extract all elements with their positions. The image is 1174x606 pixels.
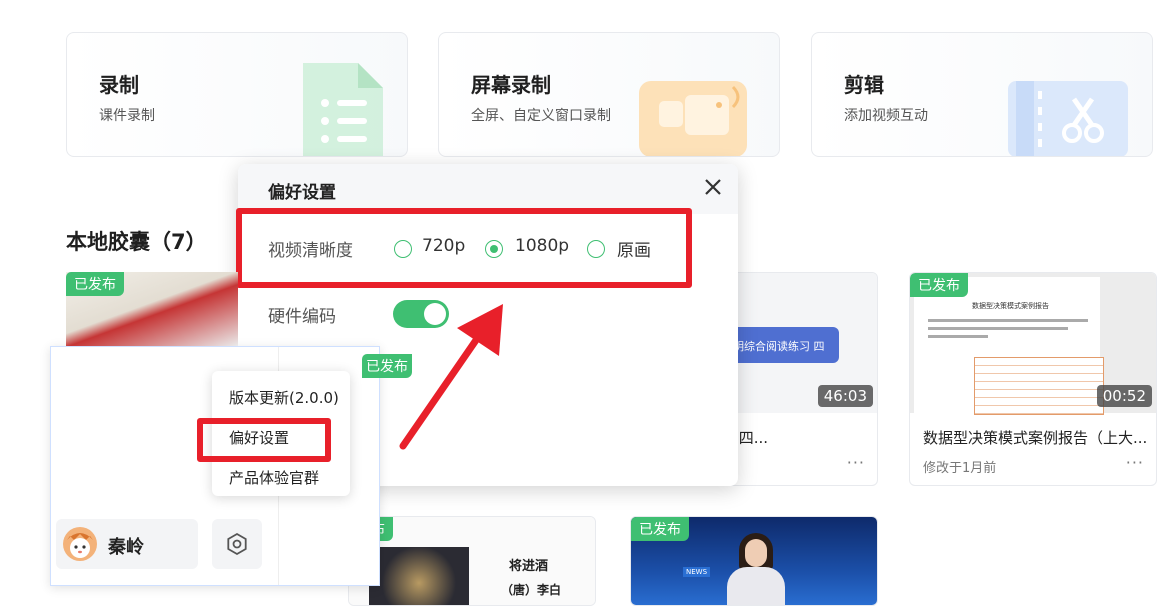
video-card[interactable]: 数据型决策模式案例报告 已发布 00:52 数据型决策模式案例报告（上大... … [909, 272, 1157, 486]
annotation-arrow [399, 304, 503, 450]
status-badge: 已发布 [66, 272, 124, 296]
user-profile[interactable]: 秦岭 [56, 519, 198, 569]
user-name: 秦岭 [108, 537, 144, 558]
edit-card-title: 剪辑 [844, 73, 884, 97]
document-preview: 数据型决策模式案例报告 [914, 277, 1104, 415]
dialog-title: 偏好设置 [268, 183, 336, 203]
screen-record-card-title: 屏幕录制 [471, 73, 551, 97]
status-badge: 已发布 [631, 517, 689, 541]
anchor-face [745, 539, 767, 567]
scissors-film-icon [1008, 81, 1128, 156]
document-line [928, 335, 988, 338]
document-line [928, 319, 1088, 322]
gear-icon [227, 532, 247, 556]
edit-card[interactable]: 剪辑 添加视频互动 [811, 32, 1153, 157]
edit-card-subtitle: 添加视频互动 [844, 108, 928, 124]
video-duration: 46:03 [817, 385, 873, 407]
record-card-title: 录制 [99, 73, 139, 97]
document-line [928, 327, 1068, 330]
record-card[interactable]: 录制 课件录制 [66, 32, 408, 157]
video-duration: 00:52 [1096, 385, 1152, 407]
avatar [63, 527, 97, 561]
document-table [974, 357, 1104, 415]
video-date: 修改于1月前 [923, 461, 997, 476]
video-card[interactable]: NEWS 已发布 [630, 516, 878, 606]
settings-button[interactable] [212, 519, 262, 569]
more-options-icon[interactable]: ··· [847, 453, 865, 472]
more-options-icon[interactable]: ··· [1126, 453, 1144, 472]
screen-record-card[interactable]: 屏幕录制 全屏、自定义窗口录制 [438, 32, 780, 157]
screen-record-card-subtitle: 全屏、自定义窗口录制 [471, 108, 611, 124]
anchor-body [727, 567, 785, 605]
news-label: NEWS [683, 567, 711, 577]
poem-title: 将进酒 [509, 559, 549, 574]
local-capsules-title: 本地胶囊（7） [66, 230, 207, 254]
highlight-box [197, 418, 331, 462]
menu-item-product-group[interactable]: 产品体验官群 [229, 467, 319, 488]
screen-record-icon [639, 81, 747, 156]
thumbnail-button-text: 明综合阅读练习 四 [727, 327, 839, 363]
document-preview-title: 数据型决策模式案例报告 [972, 302, 1049, 310]
poem-author: （唐）李白 [501, 583, 562, 597]
document-list-icon [303, 63, 383, 156]
hardware-encoding-label: 硬件编码 [268, 307, 336, 327]
video-card[interactable]: 将进酒 （唐）李白 发布 [348, 516, 596, 606]
close-icon[interactable] [702, 176, 724, 198]
menu-item-version-update[interactable]: 版本更新(2.0.0) [229, 387, 339, 408]
record-card-subtitle: 课件录制 [99, 108, 155, 124]
video-title: 数据型决策模式案例报告（上大... [923, 429, 1148, 447]
poem-image [369, 547, 469, 605]
highlight-box [236, 208, 692, 288]
status-badge: 已发布 [910, 273, 968, 297]
